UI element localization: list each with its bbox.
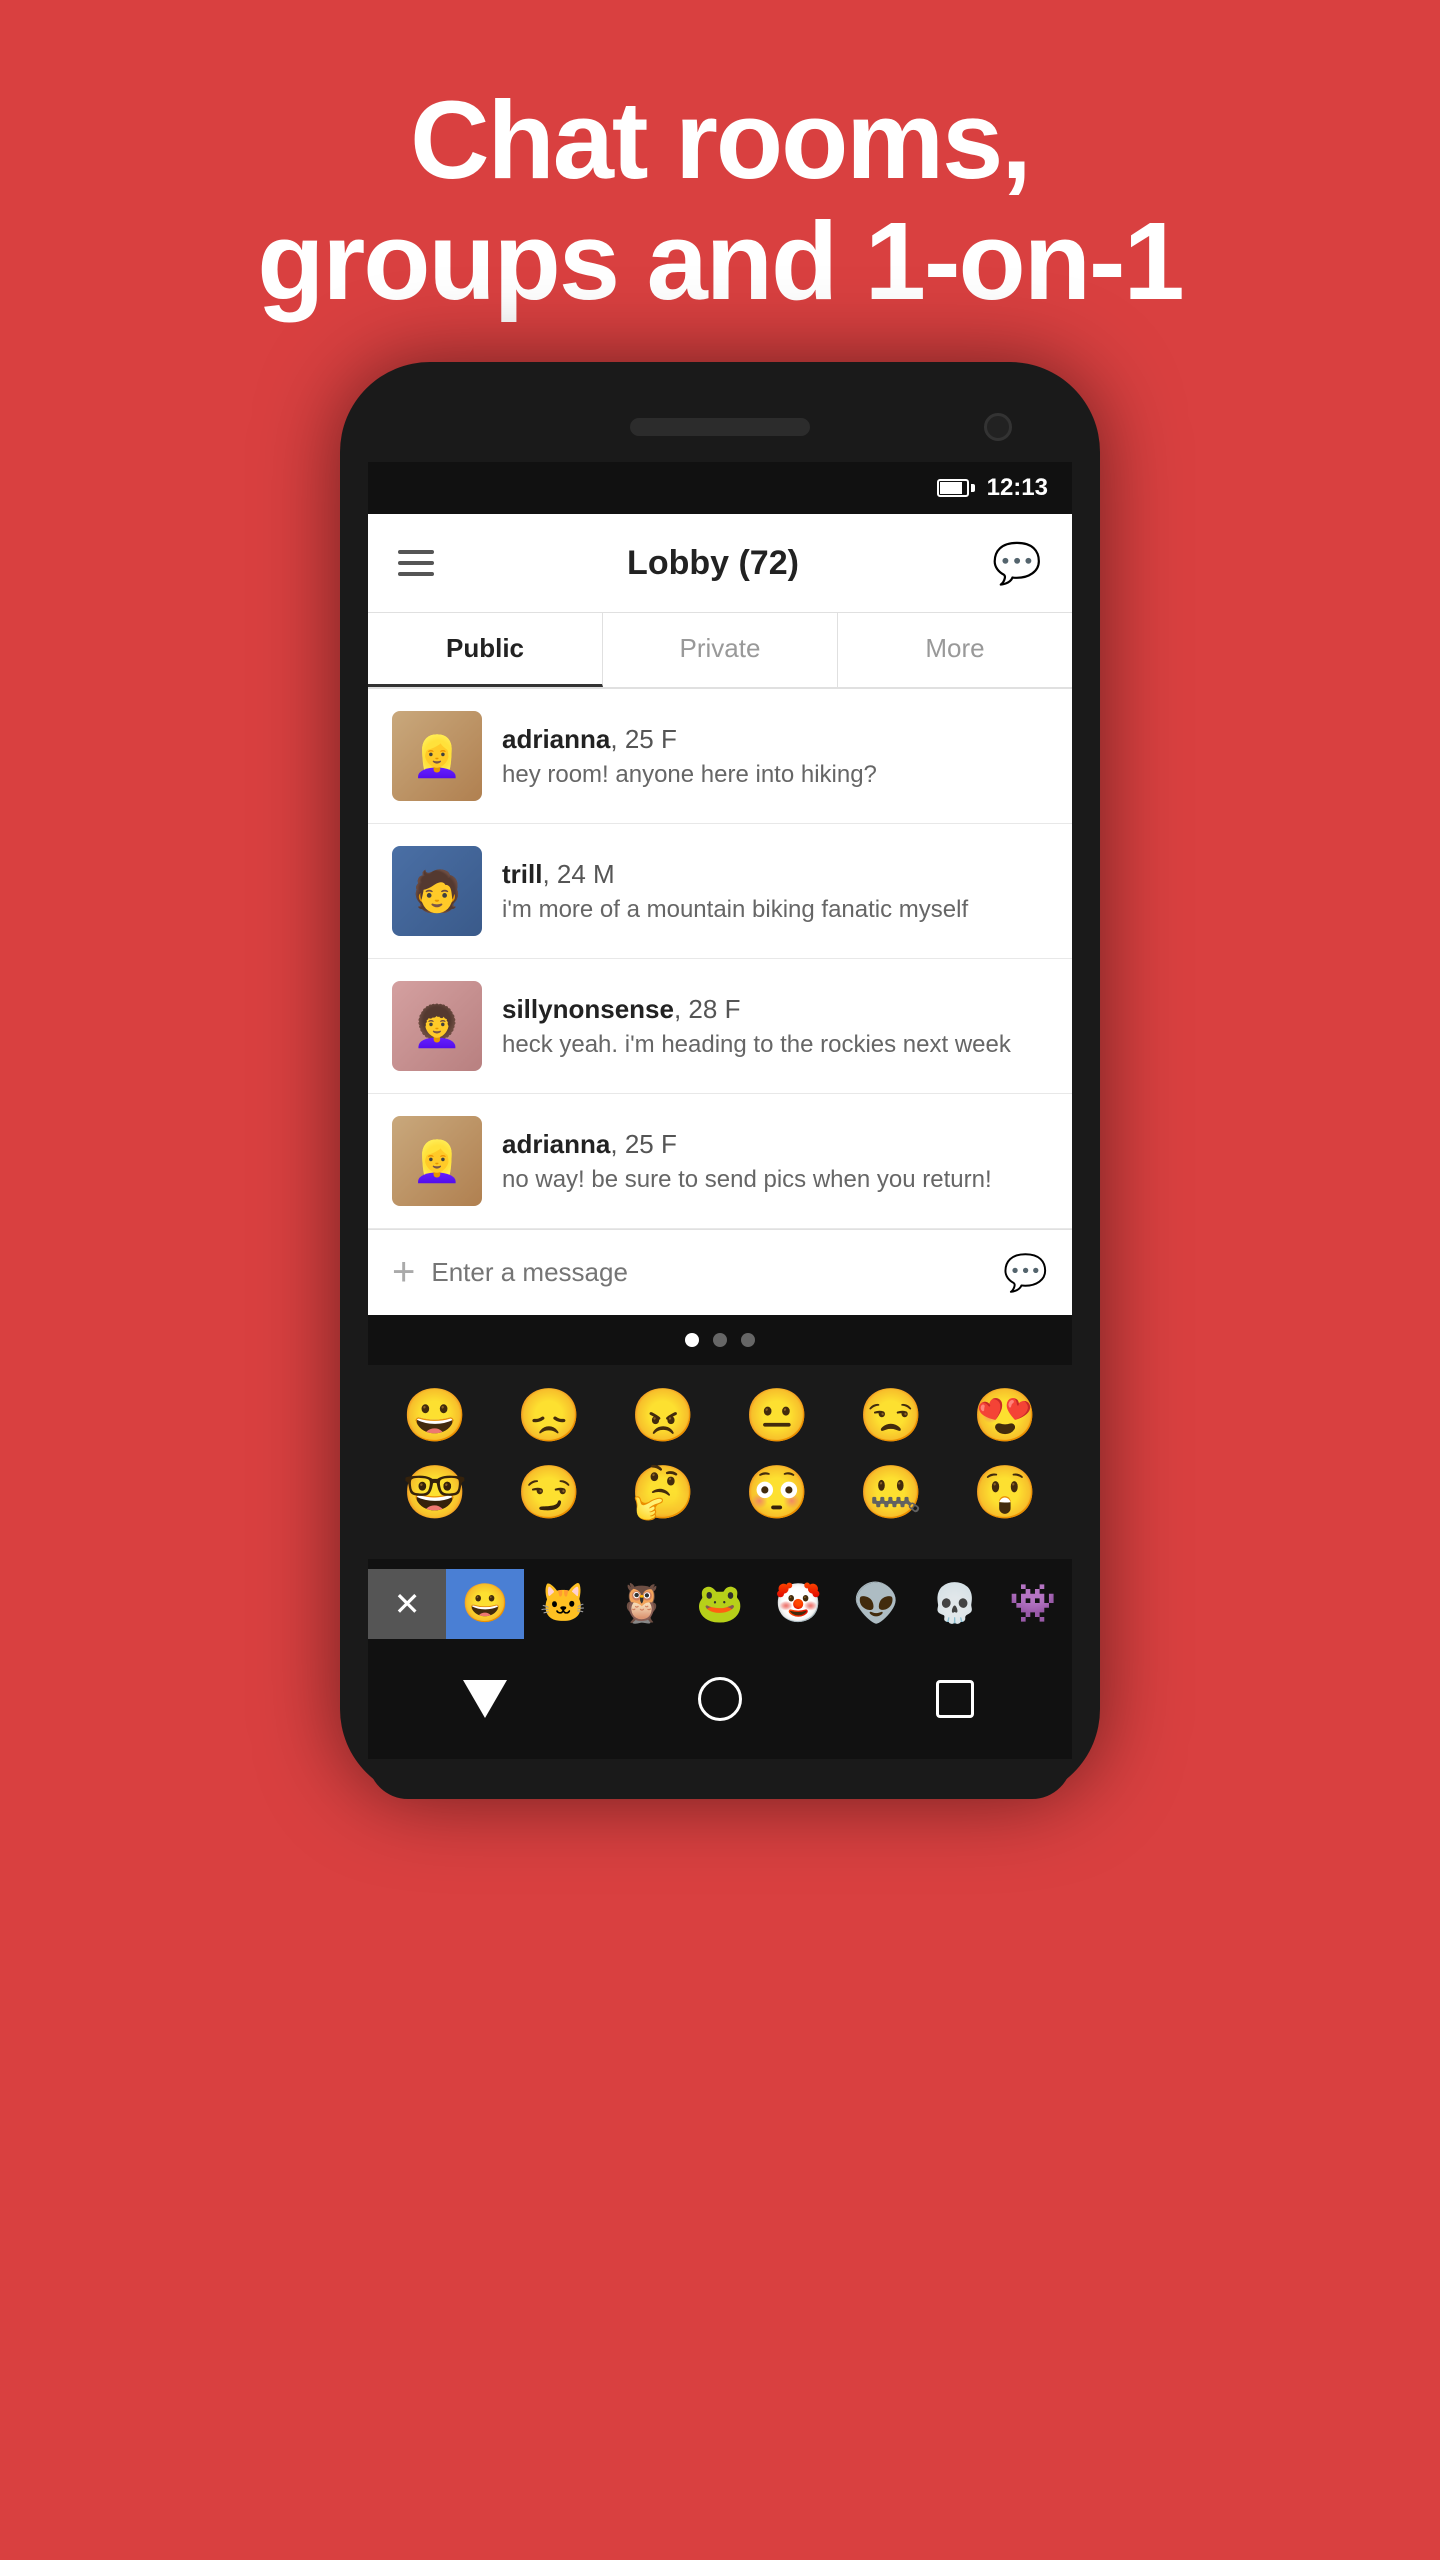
emoji-cat-smiley-selected[interactable]: 😀 <box>446 1569 524 1639</box>
tabs-bar: Public Private More <box>368 613 1072 689</box>
emoji-nerd[interactable]: 🤓 <box>390 1462 480 1523</box>
chat-message-4: no way! be sure to send pics when you re… <box>502 1166 1048 1194</box>
emoji-smile[interactable]: 😀 <box>390 1385 480 1446</box>
chat-content-2: trill, 24 M i'm more of a mountain bikin… <box>502 859 1048 924</box>
emoji-close-button[interactable]: ✕ <box>368 1569 446 1639</box>
send-message-button[interactable]: 💬 <box>1003 1252 1048 1294</box>
emoji-cat-skull[interactable]: 💀 <box>916 1569 994 1639</box>
emoji-zipper[interactable]: 🤐 <box>846 1462 936 1523</box>
message-input-bar: + 💬 <box>368 1229 1072 1315</box>
back-button[interactable] <box>455 1669 515 1729</box>
emoji-cat-alien[interactable]: 👽 <box>837 1569 915 1639</box>
emoji-keyboard: 😀 😞 😠 😐 😒 😍 🤓 😏 🤔 😳 🤐 😲 <box>368 1365 1072 1559</box>
page-dot-3 <box>741 1333 755 1347</box>
emoji-cat-clown[interactable]: 🤡 <box>759 1569 837 1639</box>
chat-content-3: sillynonsense, 28 F heck yeah. i'm headi… <box>502 994 1048 1059</box>
page-indicator <box>368 1315 1072 1365</box>
phone-shell: 12:13 Lobby (72) 💬 Public Private <box>340 362 1100 1799</box>
username-1: adrianna <box>502 724 610 754</box>
lobby-title: Lobby (72) <box>627 544 799 583</box>
chat-item-adrianna-2[interactable]: 👱‍♀️ adrianna, 25 F no way! be sure to s… <box>368 1094 1072 1229</box>
age-gender-4: , 25 F <box>610 1129 676 1159</box>
status-bar: 12:13 <box>368 462 1072 514</box>
hero-section: Chat rooms, groups and 1-on-1 <box>257 80 1182 322</box>
battery-icon <box>937 479 975 497</box>
age-gender-1: , 25 F <box>610 724 676 754</box>
message-input[interactable] <box>431 1257 987 1288</box>
emoji-category-bar: ✕ 😀 🐱 🦉 🐸 🤡 👽 💀 👾 <box>368 1559 1072 1649</box>
emoji-unamused[interactable]: 😒 <box>846 1385 936 1446</box>
page-dot-2 <box>713 1333 727 1347</box>
status-time: 12:13 <box>987 474 1048 502</box>
emoji-cat-monster[interactable]: 👾 <box>994 1569 1072 1639</box>
menu-button[interactable] <box>398 550 434 576</box>
chat-content-1: adrianna, 25 F hey room! anyone here int… <box>502 724 1048 789</box>
emoji-cat-animal[interactable]: 🐱 <box>524 1569 602 1639</box>
app-header: Lobby (72) 💬 <box>368 514 1072 613</box>
emoji-cat-frog[interactable]: 🐸 <box>681 1569 759 1639</box>
tab-more[interactable]: More <box>838 613 1072 687</box>
emoji-astonished[interactable]: 😲 <box>960 1462 1050 1523</box>
emoji-row-1: 😀 😞 😠 😐 😒 😍 <box>378 1385 1062 1446</box>
emoji-smirk[interactable]: 😏 <box>504 1462 594 1523</box>
chat-item-sillynonsense[interactable]: 👩‍🦱 sillynonsense, 28 F heck yeah. i'm h… <box>368 959 1072 1094</box>
chat-item-adrianna-1[interactable]: 👱‍♀️ adrianna, 25 F hey room! anyone her… <box>368 689 1072 824</box>
new-chat-button[interactable]: 💬 <box>992 538 1042 588</box>
recents-button[interactable] <box>925 1669 985 1729</box>
emoji-heart-eyes[interactable]: 😍 <box>960 1385 1050 1446</box>
nav-bar <box>368 1649 1072 1759</box>
emoji-thinking[interactable]: 🤔 <box>618 1462 708 1523</box>
emoji-sad[interactable]: 😞 <box>504 1385 594 1446</box>
recents-icon <box>936 1680 974 1718</box>
hamburger-line2 <box>398 561 434 565</box>
age-gender-2: , 24 M <box>542 859 614 889</box>
chat-message-1: hey room! anyone here into hiking? <box>502 761 1048 789</box>
username-2: trill <box>502 859 542 889</box>
emoji-neutral[interactable]: 😐 <box>732 1385 822 1446</box>
back-icon <box>463 1680 507 1718</box>
hamburger-line3 <box>398 572 434 576</box>
emoji-cat-owl[interactable]: 🦉 <box>603 1569 681 1639</box>
avatar-sillynonsense: 👩‍🦱 <box>392 981 482 1071</box>
phone-top <box>368 392 1072 462</box>
username-3: sillynonsense <box>502 994 674 1024</box>
hero-title-line1: Chat rooms, <box>257 80 1182 201</box>
avatar-trill: 🧑 <box>392 846 482 936</box>
age-gender-3: , 28 F <box>674 994 740 1024</box>
emoji-flushed[interactable]: 😳 <box>732 1462 822 1523</box>
speaker-grille <box>630 418 810 436</box>
avatar-adrianna-1: 👱‍♀️ <box>392 711 482 801</box>
front-camera <box>984 413 1012 441</box>
hamburger-line1 <box>398 550 434 554</box>
chat-message-3: heck yeah. i'm heading to the rockies ne… <box>502 1031 1048 1059</box>
home-icon <box>698 1677 742 1721</box>
chat-bubble-icon: 💬 <box>992 540 1042 587</box>
avatar-adrianna-2: 👱‍♀️ <box>392 1116 482 1206</box>
app-screen: Lobby (72) 💬 Public Private More 👱‍♀️ <box>368 514 1072 1315</box>
chat-message-2: i'm more of a mountain biking fanatic my… <box>502 896 1048 924</box>
home-button[interactable] <box>690 1669 750 1729</box>
phone-bottom <box>368 1759 1072 1799</box>
emoji-row-2: 🤓 😏 🤔 😳 🤐 😲 <box>378 1462 1062 1523</box>
page-dot-1 <box>685 1333 699 1347</box>
chat-content-4: adrianna, 25 F no way! be sure to send p… <box>502 1129 1048 1194</box>
tab-private[interactable]: Private <box>603 613 838 687</box>
chat-list: 👱‍♀️ adrianna, 25 F hey room! anyone her… <box>368 689 1072 1229</box>
add-attachment-button[interactable]: + <box>392 1250 415 1295</box>
chat-item-trill[interactable]: 🧑 trill, 24 M i'm more of a mountain bik… <box>368 824 1072 959</box>
hero-title-line2: groups and 1-on-1 <box>257 201 1182 322</box>
emoji-angry[interactable]: 😠 <box>618 1385 708 1446</box>
tab-public[interactable]: Public <box>368 613 603 687</box>
username-4: adrianna <box>502 1129 610 1159</box>
